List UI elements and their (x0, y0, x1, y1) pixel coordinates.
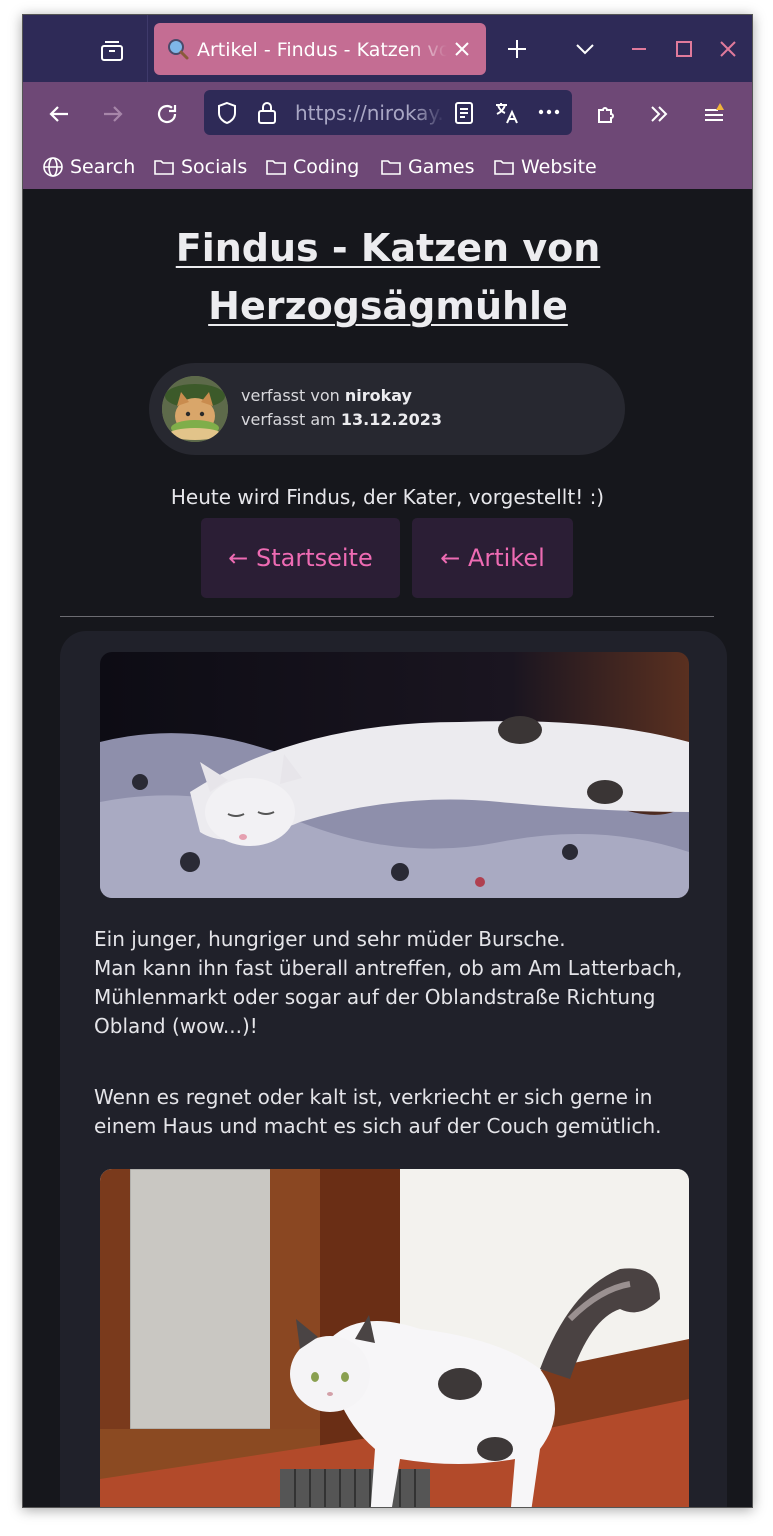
bookmark-label: Games (408, 156, 475, 178)
folder-icon (154, 160, 174, 175)
avatar (162, 376, 228, 442)
author-card: verfasst von nirokay verfasst am 13.12.2… (149, 363, 625, 455)
bookmark-folder-socials[interactable]: Socials (153, 153, 247, 181)
plus-icon (508, 40, 526, 58)
sleeping-cat-photo (100, 652, 689, 898)
page-title: Findus - Katzen von Herzogsägmühle (175, 226, 601, 328)
paragraph-1-line-2: Man kann ihn fast überall antreffen, ob … (94, 956, 683, 1038)
date-line: verfasst am 13.12.2023 (241, 409, 442, 431)
back-button[interactable] (45, 100, 73, 128)
tab-title: Artikel - Findus - Katzen von Herzogsägm… (197, 39, 447, 61)
app-menu-button[interactable] (700, 100, 728, 128)
url-bar[interactable]: https://nirokay. (204, 90, 572, 135)
tab-separator (147, 15, 148, 82)
globe-icon (43, 157, 63, 177)
puzzle-icon (598, 107, 614, 123)
folder-icon (266, 160, 286, 175)
reload-button[interactable] (153, 100, 181, 128)
lock-icon[interactable] (256, 100, 278, 126)
chevron-down-icon (576, 44, 594, 55)
close-tab-icon[interactable] (452, 39, 472, 59)
article-body: Ein junger, hungriger und sehr müder Bur… (60, 631, 727, 1507)
paragraph-1-line-1: Ein junger, hungriger und sehr müder Bur… (94, 927, 566, 951)
home-button[interactable]: ← Startseite (201, 518, 400, 598)
arrow-right-icon (104, 106, 123, 122)
author-line: verfasst von nirokay (241, 385, 412, 407)
publish-date: 13.12.2023 (340, 410, 443, 429)
bookmark-label: Website (521, 156, 597, 178)
arrow-left-icon (49, 106, 68, 122)
maximize-button[interactable] (670, 35, 698, 63)
tab-list-button[interactable] (95, 33, 129, 67)
bookmark-search[interactable]: Search (42, 153, 135, 181)
double-chevron-right-icon (651, 106, 668, 122)
close-icon (720, 41, 736, 57)
divider (60, 616, 714, 617)
extensions-button[interactable] (593, 100, 621, 128)
bookmark-folder-coding[interactable]: Coding (265, 153, 359, 181)
author-name: nirokay (344, 386, 412, 405)
articles-button[interactable]: ← Artikel (412, 518, 573, 598)
article-summary: Heute wird Findus, der Kater, vorgestell… (170, 485, 605, 509)
new-tab-button[interactable] (503, 35, 531, 63)
close-window-button[interactable] (714, 35, 742, 63)
tab-bar: Artikel - Findus - Katzen von Herzogsägm… (23, 15, 752, 82)
bookmark-label: Coding (293, 156, 360, 178)
maximize-icon (676, 41, 692, 57)
list-all-tabs-button[interactable] (571, 35, 599, 63)
archive-icon (101, 41, 123, 61)
folder-icon (494, 160, 514, 175)
bookmark-label: Socials (181, 156, 248, 178)
more-actions-icon[interactable] (537, 102, 561, 122)
standing-cat-photo (100, 1169, 689, 1507)
reload-icon (157, 104, 177, 124)
minimize-icon (632, 48, 646, 50)
folder-icon (381, 160, 401, 175)
author-prefix: verfasst von (241, 386, 345, 405)
paragraph-2: Wenn es regnet oder kalt ist, verkriecht… (94, 1083, 704, 1141)
navigation-toolbar: https://nirokay. (23, 82, 752, 147)
hamburger-icon (705, 103, 724, 121)
active-tab[interactable]: Artikel - Findus - Katzen von Herzogsägm… (154, 23, 486, 75)
bookmark-folder-website[interactable]: Website (493, 153, 597, 181)
page-content: Findus - Katzen von Herzogsägmühle verfa… (23, 189, 752, 1507)
reader-view-icon[interactable] (454, 101, 474, 125)
translate-icon[interactable] (493, 100, 519, 126)
shield-icon[interactable] (216, 101, 238, 125)
date-prefix: verfasst am (241, 410, 341, 429)
paragraph-2-text: Wenn es regnet oder kalt ist, verkriecht… (94, 1085, 662, 1138)
url-text[interactable]: https://nirokay. (295, 100, 445, 126)
magnifier-favicon-icon (168, 39, 189, 60)
forward-button[interactable] (99, 100, 127, 128)
minimize-button[interactable] (625, 35, 653, 63)
browser-window: Artikel - Findus - Katzen von Herzogsägm… (22, 14, 753, 1508)
bookmark-label: Search (70, 156, 136, 178)
bookmarks-toolbar: Search Socials Coding Games Website (23, 147, 752, 189)
paragraph-1: Ein junger, hungriger und sehr müder Bur… (94, 925, 704, 1041)
bookmark-folder-games[interactable]: Games (380, 153, 474, 181)
overflow-menu-button[interactable] (645, 100, 673, 128)
